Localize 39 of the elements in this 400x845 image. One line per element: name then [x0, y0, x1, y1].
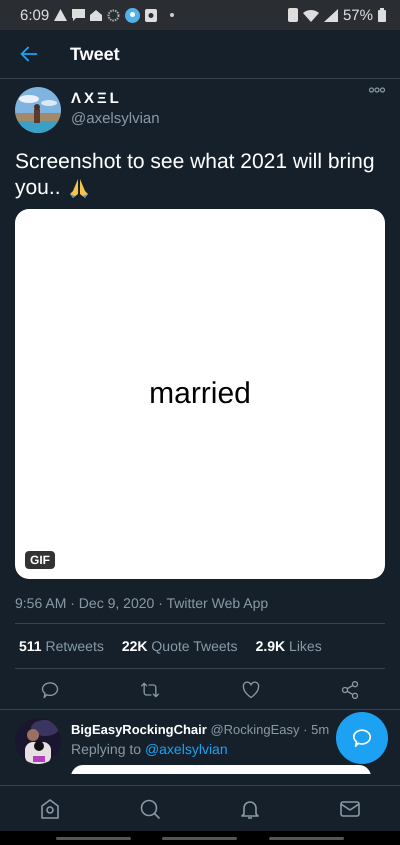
tweet-timestamp: 9:56 AM · Dec 9, 2020 · Twitter Web App: [15, 595, 385, 624]
reply-author-handle: @RockingEasy: [210, 722, 300, 737]
signal-icon: [324, 8, 338, 22]
reply-author-name: BigEasyRockingChair: [71, 722, 207, 737]
compose-reply-button[interactable]: [336, 712, 388, 764]
location-icon: [125, 8, 140, 22]
reply-button[interactable]: [40, 680, 60, 700]
speech-bubble-icon: [351, 727, 373, 749]
stat-link[interactable]: 511 Retweets: [19, 638, 104, 654]
status-time: 6:09: [20, 6, 50, 24]
gif-caption: married: [149, 377, 251, 411]
reply-time: · 5m: [303, 722, 330, 737]
dot-icon: [170, 13, 174, 17]
home-icon: [90, 10, 102, 20]
retweet-button[interactable]: [139, 680, 162, 700]
more-button[interactable]: [369, 87, 385, 93]
battery-icon: [378, 8, 386, 22]
author-name: ΛXΞL: [71, 90, 123, 107]
tweet-text-line: Screenshot to see what 2021 will bring: [15, 149, 375, 175]
app-icon: [145, 8, 158, 22]
author-handle: @axelsylvian: [71, 110, 161, 127]
wifi-icon: [302, 8, 319, 22]
gif-badge: GIF: [25, 551, 55, 569]
replying-label: Replying to: [71, 741, 142, 757]
tweet-text-line: you..: [15, 175, 61, 201]
share-button[interactable]: [340, 680, 360, 700]
battery-percent: 57%: [342, 6, 373, 24]
gif-card[interactable]: married GIF: [15, 209, 385, 579]
stat-link[interactable]: 2.9K Likes: [256, 638, 322, 654]
message-icon: [72, 9, 86, 21]
search-tab[interactable]: [138, 797, 162, 821]
battery-saver-icon: [288, 8, 298, 22]
loading-icon: [107, 8, 120, 22]
mention-link[interactable]: @axelsylvian: [144, 741, 228, 757]
warning-icon: [54, 9, 68, 21]
stat-link[interactable]: 22K Quote Tweets: [122, 638, 238, 654]
like-button[interactable]: [240, 680, 261, 700]
home-tab[interactable]: [38, 797, 62, 821]
page-title: Tweet: [70, 44, 120, 64]
